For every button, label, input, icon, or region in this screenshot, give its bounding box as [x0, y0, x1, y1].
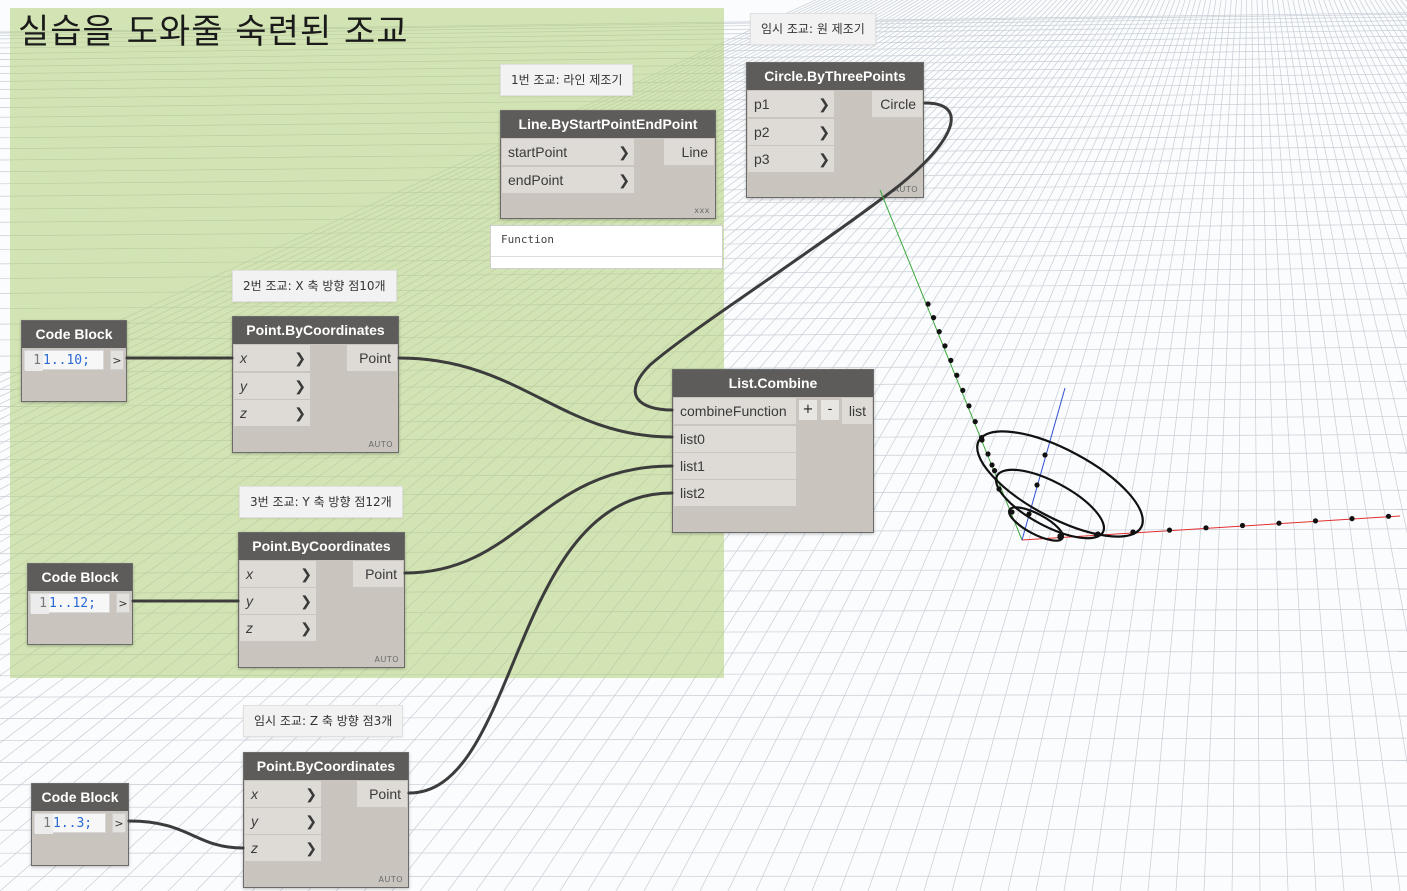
chevron-right-icon: ❯ — [305, 813, 317, 829]
node-title: Code Block — [22, 321, 126, 348]
chevron-right-icon: ❯ — [294, 378, 306, 394]
port-label: z — [251, 840, 258, 856]
port-label: y — [246, 593, 253, 609]
note-x-points[interactable]: 2번 조교: X 축 방향 점10개 — [232, 270, 397, 302]
port-end-point[interactable]: endPoint ❯ — [502, 167, 634, 193]
port-x[interactable]: x ❯ — [234, 345, 310, 371]
chevron-right-icon: ❯ — [818, 124, 830, 140]
chevron-right-icon: ❯ — [300, 593, 312, 609]
node-title: Line.ByStartPointEndPoint — [501, 111, 715, 138]
port-list0[interactable]: list0 — [674, 426, 796, 452]
note-circle-maker[interactable]: 임시 조교: 원 제조기 — [750, 13, 876, 45]
port-label: startPoint — [508, 144, 568, 160]
chevron-right-icon: ❯ — [818, 96, 830, 112]
port-x[interactable]: x ❯ — [240, 561, 316, 587]
chevron-right-icon: ❯ — [300, 620, 312, 636]
port-label: z — [240, 405, 247, 421]
node-title: Code Block — [28, 564, 132, 591]
port-label: y — [240, 378, 247, 394]
note-line-maker[interactable]: 1번 조교: 라인 제조기 — [500, 64, 634, 96]
node-point-by-coordinates-1[interactable]: Point.ByCoordinates x ❯ y ❯ z ❯ Point AUTO — [232, 316, 399, 453]
lacing-label: AUTO — [374, 655, 399, 664]
node-point-by-coordinates-2[interactable]: Point.ByCoordinates x ❯ y ❯ z ❯ Point AUTO — [238, 532, 405, 668]
node-point-by-coordinates-3[interactable]: Point.ByCoordinates x ❯ y ❯ z ❯ Point AUTO — [243, 752, 409, 888]
node-code-block-2[interactable]: Code Block 1 1..12; > — [27, 563, 133, 645]
chevron-right-icon: ❯ — [305, 786, 317, 802]
divider — [491, 256, 722, 257]
code-editor[interactable]: 1 1..3; — [34, 813, 106, 834]
port-start-point[interactable]: startPoint ❯ — [502, 139, 634, 165]
node-title: Point.ByCoordinates — [239, 533, 404, 560]
node-title: Code Block — [32, 784, 128, 811]
port-label: p1 — [754, 96, 770, 112]
lacing-label: AUTO — [368, 440, 393, 449]
line-number: 1 — [35, 814, 53, 834]
port-y[interactable]: y ❯ — [234, 373, 310, 399]
node-code-block-3[interactable]: Code Block 1 1..3; > — [31, 783, 129, 866]
port-list2[interactable]: list2 — [674, 480, 796, 506]
port-point-output[interactable]: Point — [347, 345, 397, 371]
code-text: 1..10; — [43, 353, 90, 368]
port-label: p3 — [754, 151, 770, 167]
port-label: z — [246, 620, 253, 636]
port-combine-function[interactable]: combineFunction — [674, 398, 796, 424]
port-list-output[interactable]: list — [842, 398, 872, 424]
port-p3[interactable]: p3 ❯ — [748, 146, 834, 172]
port-line-output[interactable]: Line — [664, 139, 714, 165]
function-preview[interactable]: Function — [490, 225, 723, 269]
port-list1[interactable]: list1 — [674, 453, 796, 479]
node-title: Point.ByCoordinates — [233, 317, 398, 344]
code-editor[interactable]: 1 1..12; — [30, 593, 110, 614]
line-number: 1 — [25, 351, 43, 371]
chevron-right-icon: ❯ — [818, 151, 830, 167]
note-y-points[interactable]: 3번 조교: Y 축 방향 점12개 — [239, 486, 403, 518]
port-circle-output[interactable]: Circle — [872, 91, 922, 117]
code-output-port[interactable]: > — [112, 813, 126, 833]
port-label: x — [240, 350, 247, 366]
port-x[interactable]: x ❯ — [245, 781, 321, 807]
code-output-port[interactable]: > — [110, 350, 124, 370]
node-list-combine[interactable]: List.Combine combineFunction + - list li… — [672, 369, 874, 533]
port-label: p2 — [754, 124, 770, 140]
port-label: endPoint — [508, 172, 564, 188]
port-label: x — [246, 566, 253, 582]
lacing-label: xxx — [694, 206, 710, 215]
add-input-button[interactable]: + — [799, 400, 817, 420]
code-output-port[interactable]: > — [116, 593, 130, 613]
node-code-block-1[interactable]: Code Block 1 1..10; > — [21, 320, 127, 402]
chevron-right-icon: ❯ — [294, 405, 306, 421]
port-z[interactable]: z ❯ — [234, 400, 310, 426]
node-title: List.Combine — [673, 370, 873, 397]
port-p2[interactable]: p2 ❯ — [748, 119, 834, 145]
node-title: Circle.ByThreePoints — [747, 63, 923, 90]
port-p1[interactable]: p1 ❯ — [748, 91, 834, 117]
chevron-right-icon: ❯ — [300, 566, 312, 582]
node-circle-by-three-points[interactable]: Circle.ByThreePoints p1 ❯ p2 ❯ p3 ❯ Circle … — [746, 62, 924, 198]
remove-input-button[interactable]: - — [821, 400, 839, 420]
code-text: 1..12; — [49, 596, 96, 611]
chevron-right-icon: ❯ — [618, 172, 630, 188]
node-title: Point.ByCoordinates — [244, 753, 408, 780]
port-label: y — [251, 813, 258, 829]
lacing-label: AUTO — [378, 875, 403, 884]
lacing-label: AUTO — [893, 185, 918, 194]
chevron-right-icon: ❯ — [294, 350, 306, 366]
function-label: Function — [501, 233, 554, 246]
node-line-by-start-end[interactable]: Line.ByStartPointEndPoint startPoint ❯ en… — [500, 110, 716, 219]
note-z-points[interactable]: 임시 조교: Z 축 방향 점3개 — [243, 705, 404, 737]
port-z[interactable]: z ❯ — [240, 615, 316, 641]
port-label: x — [251, 786, 258, 802]
port-point-output[interactable]: Point — [353, 561, 403, 587]
line-number: 1 — [31, 594, 49, 614]
chevron-right-icon: ❯ — [305, 840, 317, 856]
port-point-output[interactable]: Point — [357, 781, 407, 807]
code-text: 1..3; — [53, 816, 93, 831]
code-editor[interactable]: 1 1..10; — [24, 350, 104, 371]
port-y[interactable]: y ❯ — [240, 588, 316, 614]
group-title: 실습을 도와줄 숙련된 조교 — [18, 12, 409, 52]
port-z[interactable]: z ❯ — [245, 835, 321, 861]
port-y[interactable]: y ❯ — [245, 808, 321, 834]
chevron-right-icon: ❯ — [618, 144, 630, 160]
